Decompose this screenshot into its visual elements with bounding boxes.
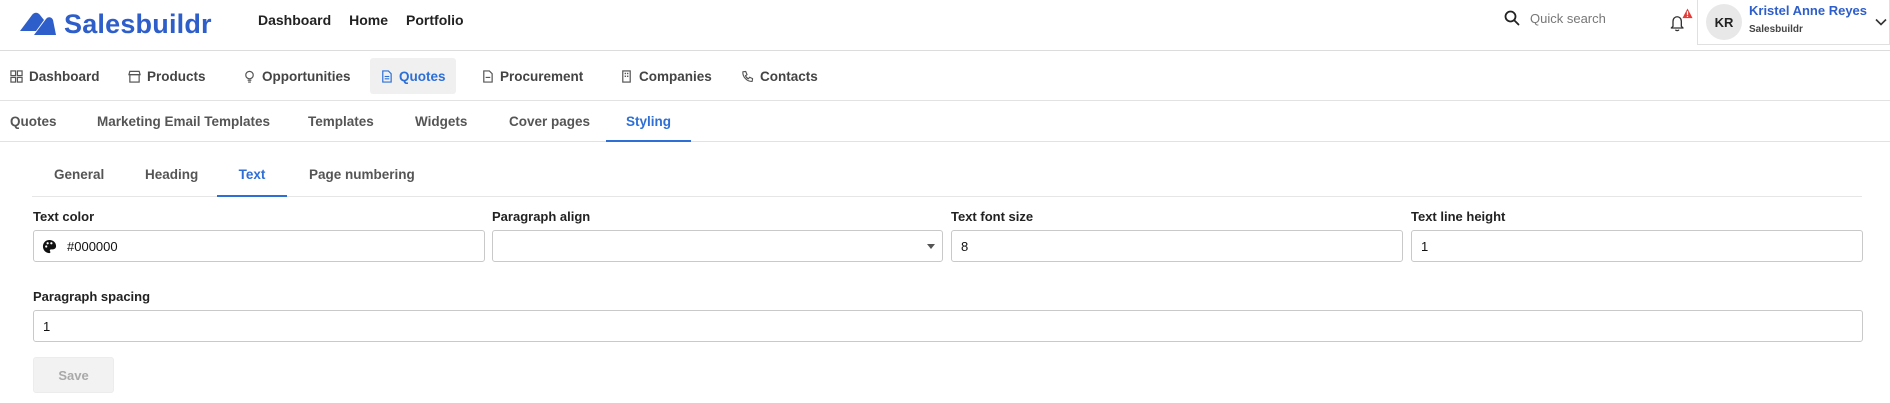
tab-templates[interactable]: Templates [308, 101, 374, 142]
avatar: KR [1706, 4, 1742, 40]
phone-icon [742, 70, 754, 82]
tab-text[interactable]: Text [217, 157, 287, 197]
tab-heading[interactable]: Heading [145, 157, 198, 197]
sub-nav: Quotes Marketing Email Templates Templat… [0, 101, 1890, 142]
module-label: Dashboard [29, 68, 100, 84]
tab-marketing-email-templates[interactable]: Marketing Email Templates [97, 101, 270, 142]
paragraph-spacing-label: Paragraph spacing [33, 289, 151, 304]
chevron-down-icon [1875, 18, 1887, 26]
module-quotes[interactable]: Quotes [370, 58, 456, 94]
user-name: Kristel Anne Reyes [1749, 3, 1868, 18]
quick-search [1504, 10, 1660, 26]
module-nav: Dashboard Products Opportunities Quotes … [0, 51, 1890, 101]
text-color-label: Text color [33, 209, 95, 224]
module-label: Products [147, 68, 206, 84]
tab-widgets[interactable]: Widgets [415, 101, 467, 142]
module-label: Procurement [500, 68, 584, 84]
text-color-input[interactable] [67, 238, 447, 254]
brand-name: Salesbuildr [64, 8, 212, 39]
module-label: Companies [639, 68, 712, 84]
top-nav-dashboard[interactable]: Dashboard [258, 10, 331, 30]
tab-general[interactable]: General [54, 157, 104, 197]
palette-icon [42, 239, 57, 253]
module-procurement[interactable]: Procurement [471, 58, 593, 94]
paragraph-align-label: Paragraph align [492, 209, 591, 224]
document-icon [382, 69, 392, 83]
paragraph-spacing-input[interactable] [33, 310, 1863, 342]
grid-icon [10, 69, 23, 83]
user-org: Salesbuildr [1749, 24, 1803, 35]
building-icon [622, 69, 631, 83]
top-bar: Salesbuildr Dashboard Home Portfolio KR … [0, 0, 1890, 51]
module-label: Opportunities [262, 68, 351, 84]
text-line-height-label: Text line height [1411, 209, 1506, 224]
text-line-height-input[interactable] [1411, 230, 1863, 262]
paragraph-align-select[interactable] [492, 230, 943, 262]
tab-styling[interactable]: Styling [606, 101, 691, 142]
save-button[interactable]: Save [33, 357, 114, 393]
file-icon [483, 69, 493, 83]
notifications-button[interactable] [1668, 8, 1693, 34]
module-products[interactable]: Products [118, 58, 216, 94]
text-font-size-label: Text font size [951, 209, 1034, 224]
lightbulb-icon [245, 70, 254, 83]
tab-cover-pages[interactable]: Cover pages [509, 101, 590, 142]
module-contacts[interactable]: Contacts [731, 58, 828, 94]
search-input[interactable] [1530, 10, 1660, 26]
module-companies[interactable]: Companies [610, 58, 722, 94]
module-label: Quotes [399, 68, 446, 84]
module-dashboard[interactable]: Dashboard [0, 58, 110, 94]
module-label: Contacts [760, 68, 818, 84]
top-nav-portfolio[interactable]: Portfolio [406, 10, 464, 30]
tab-page-numbering[interactable]: Page numbering [309, 157, 415, 197]
text-font-size-input[interactable] [951, 230, 1403, 262]
caret-down-icon [927, 244, 935, 249]
user-menu[interactable]: KR Kristel Anne Reyes Salesbuildr [1697, 0, 1890, 45]
styling-tabs: General Heading Text Page numbering [32, 157, 1862, 197]
text-color-field[interactable] [33, 230, 485, 262]
module-opportunities[interactable]: Opportunities [233, 58, 361, 94]
brand-logo[interactable]: Salesbuildr [18, 6, 212, 42]
tab-quotes[interactable]: Quotes [10, 101, 57, 142]
store-icon [128, 70, 141, 83]
logo-icon [20, 12, 56, 35]
alert-badge-icon [1682, 8, 1693, 19]
top-nav: Dashboard Home Portfolio [258, 10, 482, 30]
search-icon [1504, 10, 1520, 26]
top-nav-home[interactable]: Home [349, 10, 388, 30]
